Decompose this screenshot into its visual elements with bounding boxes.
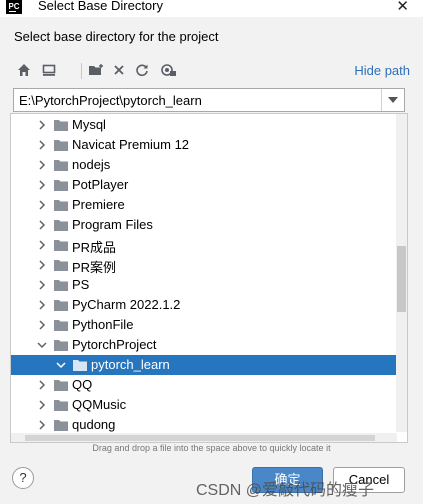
folder-icon	[54, 260, 68, 271]
chevron-down-icon[interactable]	[55, 359, 67, 371]
directory-tree[interactable]: ShareCenter_DB2005qudongQQMusicQQpytorch…	[10, 113, 408, 443]
tree-row[interactable]: qudong	[11, 415, 397, 435]
chevron-right-icon[interactable]	[36, 319, 48, 331]
home-icon[interactable]	[14, 60, 34, 80]
chevron-right-icon[interactable]	[36, 219, 48, 231]
tree-row[interactable]: PR成品	[11, 235, 397, 255]
tree-row[interactable]: PythonFile	[11, 315, 397, 335]
chevron-right-icon[interactable]	[36, 139, 48, 151]
title-bar: PC Select Base Directory ✕	[0, 0, 423, 17]
vertical-scroll-thumb[interactable]	[397, 246, 406, 312]
tree-row[interactable]: PR案例	[11, 255, 397, 275]
folder-icon	[54, 180, 68, 191]
path-field[interactable]: E:\PytorchProject\pytorch_learn	[13, 88, 405, 112]
chevron-right-icon[interactable]	[36, 279, 48, 291]
folder-icon	[54, 200, 68, 211]
toolbar: Hide path	[14, 60, 414, 82]
vertical-scrollbar[interactable]	[396, 114, 407, 432]
tree-row-label: PythonFile	[72, 317, 134, 332]
tree-row[interactable]: Premiere	[11, 195, 397, 215]
csdn-watermark: CSDN @爱敲代码的瘦子	[196, 482, 375, 499]
path-value[interactable]: E:\PytorchProject\pytorch_learn	[19, 93, 202, 108]
folder-icon	[54, 240, 68, 251]
dialog-heading: Select base directory for the project	[14, 29, 219, 44]
tree-row[interactable]: nodejs	[11, 155, 397, 175]
tree-row-label: Navicat Premium 12	[72, 137, 190, 152]
tree-row-label: PyCharm 2022.1.2	[72, 297, 181, 312]
tree-row[interactable]: QQ	[11, 375, 397, 395]
chevron-right-icon[interactable]	[36, 239, 48, 251]
folder-icon	[73, 360, 87, 371]
folder-icon	[54, 160, 68, 171]
window-title: Select Base Directory	[38, 0, 163, 13]
folder-icon	[54, 400, 68, 411]
folder-icon	[54, 140, 68, 151]
chevron-right-icon[interactable]	[36, 259, 48, 271]
tree-row-label: pytorch_learn	[91, 357, 170, 372]
chevron-right-icon[interactable]	[36, 119, 48, 131]
folder-icon	[54, 280, 68, 291]
toolbar-separator	[81, 63, 82, 79]
folder-icon	[54, 300, 68, 311]
new-folder-icon[interactable]	[86, 60, 106, 80]
tree-row-label: QQ	[72, 377, 93, 392]
folder-icon	[54, 420, 68, 431]
tree-row[interactable]: PyCharm 2022.1.2	[11, 295, 397, 315]
tree-row[interactable]: PotPlayer	[11, 175, 397, 195]
chevron-down-icon[interactable]	[36, 339, 48, 351]
tree-row-label: PotPlayer	[72, 177, 129, 192]
desktop-icon[interactable]	[39, 60, 59, 80]
tree-row-label: PytorchProject	[72, 337, 157, 352]
folder-icon	[54, 320, 68, 331]
tree-row-label: PR成品	[72, 240, 117, 255]
chevron-right-icon[interactable]	[36, 299, 48, 311]
show-hidden-icon[interactable]	[159, 60, 179, 80]
delete-icon[interactable]	[109, 60, 129, 80]
tree-row-label: Program Files	[72, 217, 153, 232]
tree-row[interactable]: PytorchProject	[11, 335, 397, 355]
tree-row[interactable]: PS	[11, 275, 397, 295]
folder-icon	[54, 340, 68, 351]
folder-icon	[54, 220, 68, 231]
tree-row[interactable]: QQMusic	[11, 395, 397, 415]
tree-row-label: nodejs	[72, 157, 111, 172]
tree-row-label: Premiere	[72, 197, 125, 212]
path-history-dropdown[interactable]	[381, 89, 404, 111]
tree-row[interactable]: Mysql	[11, 115, 397, 135]
tree-row-label: Mysql	[72, 117, 106, 132]
pycharm-app-icon: PC	[6, 0, 22, 14]
tree-row-label: qudong	[72, 417, 116, 432]
horizontal-scrollbar[interactable]	[11, 433, 397, 442]
folder-icon	[54, 120, 68, 131]
chevron-right-icon[interactable]	[36, 379, 48, 391]
tree-row[interactable]: Program Files	[11, 215, 397, 235]
drag-drop-hint: Drag and drop a file into the space abov…	[92, 443, 331, 453]
chevron-right-icon[interactable]	[36, 419, 48, 431]
tree-row-label: QQMusic	[72, 397, 127, 412]
help-button[interactable]: ?	[12, 467, 34, 489]
hide-path-link[interactable]: Hide path	[354, 63, 410, 78]
refresh-icon[interactable]	[132, 60, 152, 80]
tree-row[interactable]: pytorch_learn	[11, 355, 397, 375]
chevron-right-icon[interactable]	[36, 199, 48, 211]
tree-row[interactable]: Navicat Premium 12	[11, 135, 397, 155]
chevron-right-icon[interactable]	[36, 179, 48, 191]
folder-icon	[54, 380, 68, 391]
chevron-right-icon[interactable]	[36, 159, 48, 171]
horizontal-scroll-thumb[interactable]	[25, 435, 375, 441]
close-window-button[interactable]: ✕	[396, 0, 409, 15]
chevron-down-icon	[388, 97, 398, 103]
chevron-right-icon[interactable]	[36, 399, 48, 411]
tree-row-label: PS	[72, 277, 90, 292]
tree-row-label: PR案例	[72, 260, 117, 275]
